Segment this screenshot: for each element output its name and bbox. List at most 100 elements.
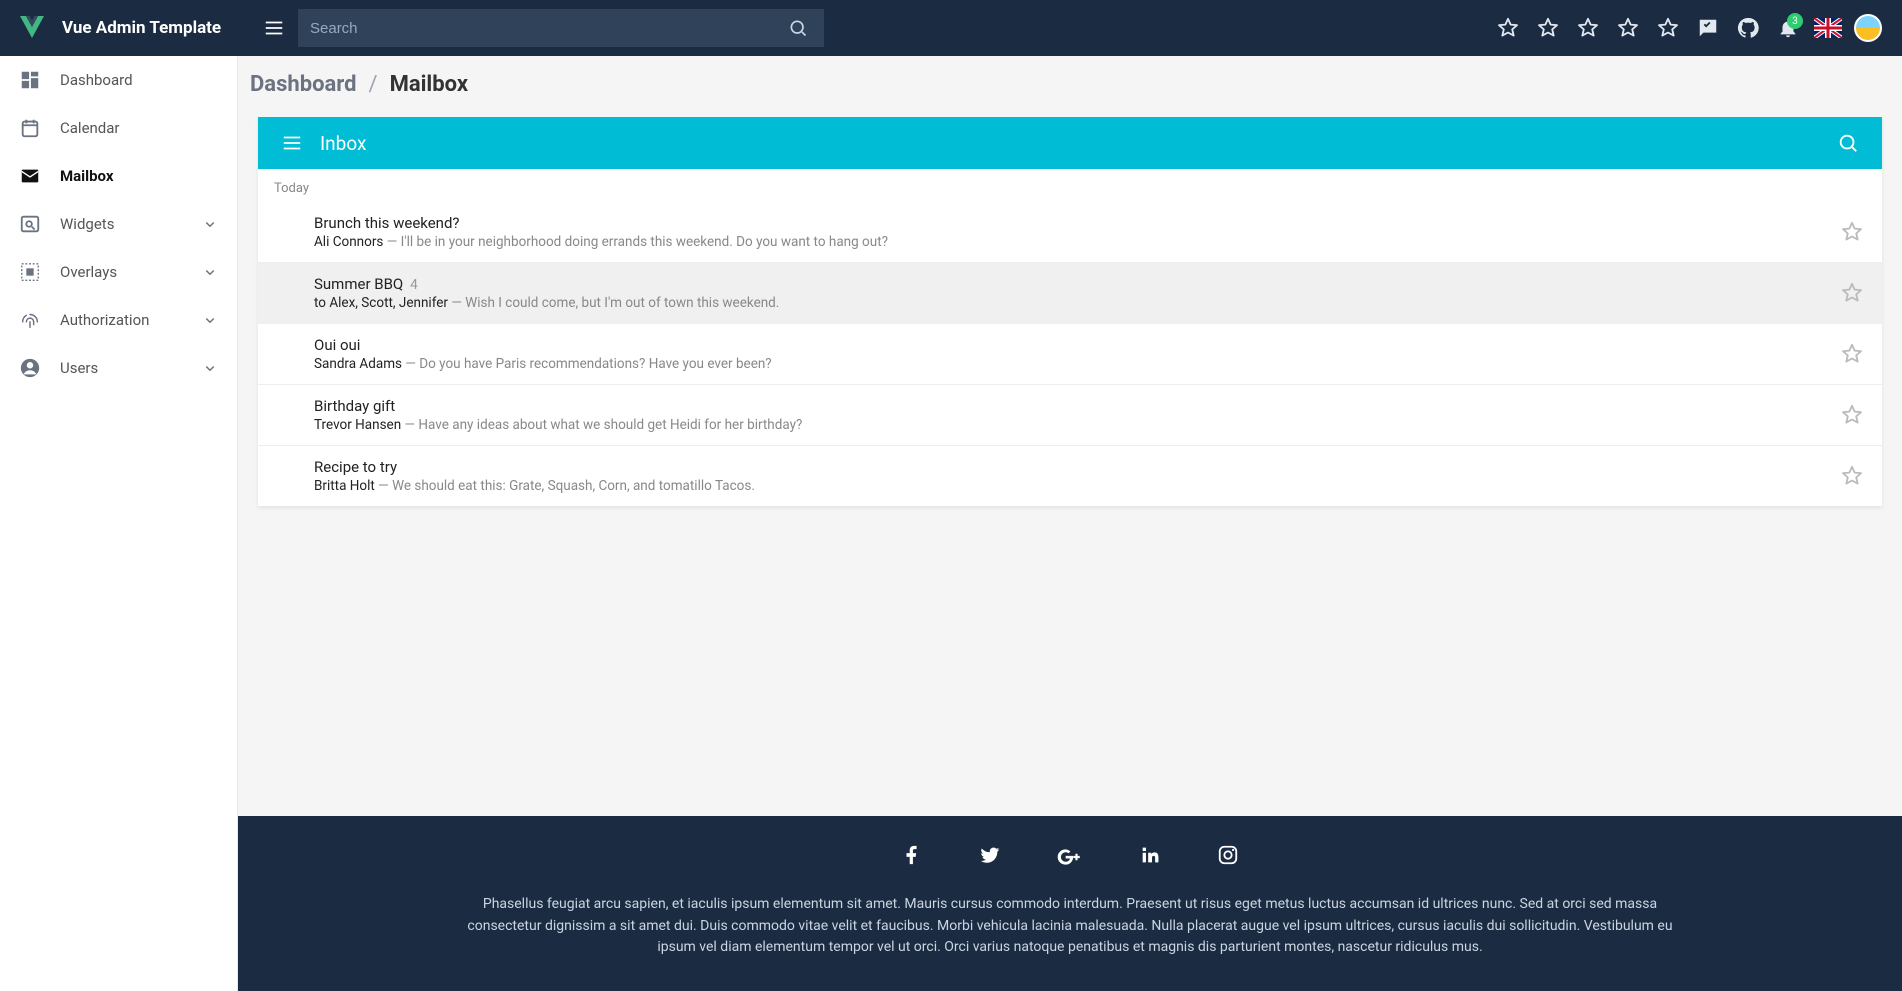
breadcrumb-separator: / [369, 72, 378, 97]
linkedin-link[interactable] [1139, 844, 1161, 870]
sidebar-item-label: Overlays [60, 263, 201, 281]
user-avatar-button[interactable] [1850, 10, 1886, 46]
instagram-link[interactable] [1217, 844, 1239, 870]
linkedin-icon [1139, 844, 1161, 866]
rating-star-1[interactable] [1490, 10, 1526, 46]
mail-body: Birthday gift Trevor Hansen — Have any id… [314, 397, 1838, 433]
sidebar-item-widgets[interactable]: Widgets [0, 200, 237, 248]
language-button[interactable] [1810, 10, 1846, 46]
footer: Phasellus feugiat arcu sapien, et iaculi… [238, 816, 1902, 991]
sidebar-item-label: Widgets [60, 215, 201, 233]
mail-title: Oui oui [314, 336, 1838, 354]
brand[interactable]: Vue Admin Template [16, 12, 254, 44]
menu-toggle[interactable] [254, 8, 294, 48]
brand-title: Vue Admin Template [62, 18, 221, 38]
mail-title: Recipe to try [314, 458, 1838, 476]
mail-body: Recipe to try Britta Holt — We should eat… [314, 458, 1838, 494]
mail-snippet: Wish I could come, but I'm out of town t… [465, 295, 779, 311]
star-outline-icon [1577, 17, 1599, 39]
mail-item[interactable]: Summer BBQ 4to Alex, Scott, Jennifer — W… [258, 263, 1882, 324]
twitter-link[interactable] [979, 844, 1001, 870]
mail-item[interactable]: Recipe to try Britta Holt — We should eat… [258, 446, 1882, 506]
chevron-down-icon [201, 263, 219, 281]
breadcrumb-root[interactable]: Dashboard [250, 72, 357, 97]
mail-item[interactable]: Brunch this weekend? Ali Connors — I'll b… [258, 202, 1882, 263]
rating-star-3[interactable] [1570, 10, 1606, 46]
search-input[interactable] [310, 20, 784, 37]
github-link[interactable] [1730, 10, 1766, 46]
mail-count: 4 [410, 277, 418, 293]
uk-flag-icon [1814, 18, 1842, 38]
mail-snippet: Have any ideas about what we should get … [418, 417, 802, 433]
rating-star-4[interactable] [1610, 10, 1646, 46]
facebook-icon [901, 844, 923, 866]
mail-snippet: Do you have Paris recommendations? Have … [419, 356, 771, 372]
calendar-icon [18, 116, 42, 140]
mail-sender: Britta Holt [314, 478, 375, 494]
mail-sender: to Alex, Scott, Jennifer [314, 295, 448, 311]
mail-subtitle: Britta Holt — We should eat this: Grate,… [314, 478, 1838, 494]
mail-sender: Ali Connors [314, 234, 383, 250]
sidebar-item-users[interactable]: Users [0, 344, 237, 392]
vue-logo-icon [16, 12, 48, 44]
mailbox-header: Inbox [258, 117, 1882, 169]
mailbox-search-button[interactable] [1834, 129, 1862, 157]
sidebar: Dashboard Calendar Mailbox Widgets Overlays A… [0, 56, 238, 991]
star-outline-icon [1537, 17, 1559, 39]
mailbox-section-label: Today [258, 169, 1882, 202]
feedback-button[interactable] [1690, 10, 1726, 46]
sidebar-item-mailbox[interactable]: Mailbox [0, 152, 237, 200]
mailbox-menu-button[interactable] [278, 129, 306, 157]
mail-list: Brunch this weekend? Ali Connors — I'll b… [258, 202, 1882, 506]
mail-sender: Trevor Hansen [314, 417, 401, 433]
mail-body: Summer BBQ 4to Alex, Scott, Jennifer — W… [314, 275, 1838, 311]
search-button[interactable] [784, 14, 812, 42]
mail-snippet: I'll be in your neighborhood doing erran… [401, 234, 888, 250]
star-outline-icon [1841, 221, 1863, 243]
mail-star-button[interactable] [1838, 340, 1866, 368]
mail-subtitle: Ali Connors — I'll be in your neighborho… [314, 234, 1838, 250]
search-icon [1837, 132, 1859, 154]
chevron-down-icon [201, 311, 219, 329]
footer-text: Phasellus feugiat arcu sapien, et iaculi… [450, 894, 1690, 959]
mail-star-button[interactable] [1838, 462, 1866, 490]
mail-star-button[interactable] [1838, 401, 1866, 429]
main: Dashboard / Mailbox Inbox Today Brunch t… [238, 0, 1902, 991]
mail-title: Birthday gift [314, 397, 1838, 415]
mail-item[interactable]: Birthday gift Trevor Hansen — Have any id… [258, 385, 1882, 446]
breadcrumb: Dashboard / Mailbox [238, 56, 1902, 105]
mail-body: Oui ouiSandra Adams — Do you have Paris … [314, 336, 1838, 372]
facebook-link[interactable] [901, 844, 923, 870]
mailbox-title: Inbox [320, 132, 1834, 155]
googleplus-link[interactable] [1057, 844, 1083, 870]
sidebar-item-label: Calendar [60, 119, 219, 137]
topbar-right: 3 [1490, 10, 1886, 46]
github-icon [1736, 16, 1760, 40]
mail-star-button[interactable] [1838, 279, 1866, 307]
search-box[interactable] [298, 9, 824, 47]
chevron-down-icon [201, 215, 219, 233]
footer-socials [254, 844, 1886, 870]
mail-icon [18, 164, 42, 188]
rating-star-5[interactable] [1650, 10, 1686, 46]
star-outline-icon [1841, 465, 1863, 487]
select-all-icon [18, 260, 42, 284]
mail-body: Brunch this weekend? Ali Connors — I'll b… [314, 214, 1838, 250]
sidebar-item-authorization[interactable]: Authorization [0, 296, 237, 344]
rating-star-2[interactable] [1530, 10, 1566, 46]
notifications-button[interactable]: 3 [1770, 10, 1806, 46]
sidebar-item-dashboard[interactable]: Dashboard [0, 56, 237, 104]
mail-title: Brunch this weekend? [314, 214, 1838, 232]
notifications-badge: 3 [1787, 13, 1803, 29]
sidebar-item-label: Dashboard [60, 71, 219, 89]
mail-item[interactable]: Oui ouiSandra Adams — Do you have Paris … [258, 324, 1882, 385]
sidebar-item-calendar[interactable]: Calendar [0, 104, 237, 152]
mail-star-button[interactable] [1838, 218, 1866, 246]
search-icon [788, 18, 808, 38]
sidebar-item-overlays[interactable]: Overlays [0, 248, 237, 296]
mail-subtitle: Trevor Hansen — Have any ideas about wha… [314, 417, 1838, 433]
topbar: Vue Admin Template 3 [0, 0, 1902, 56]
account-icon [18, 356, 42, 380]
mailbox-card: Inbox Today Brunch this weekend? Ali Conn… [258, 117, 1882, 506]
chevron-down-icon [201, 359, 219, 377]
